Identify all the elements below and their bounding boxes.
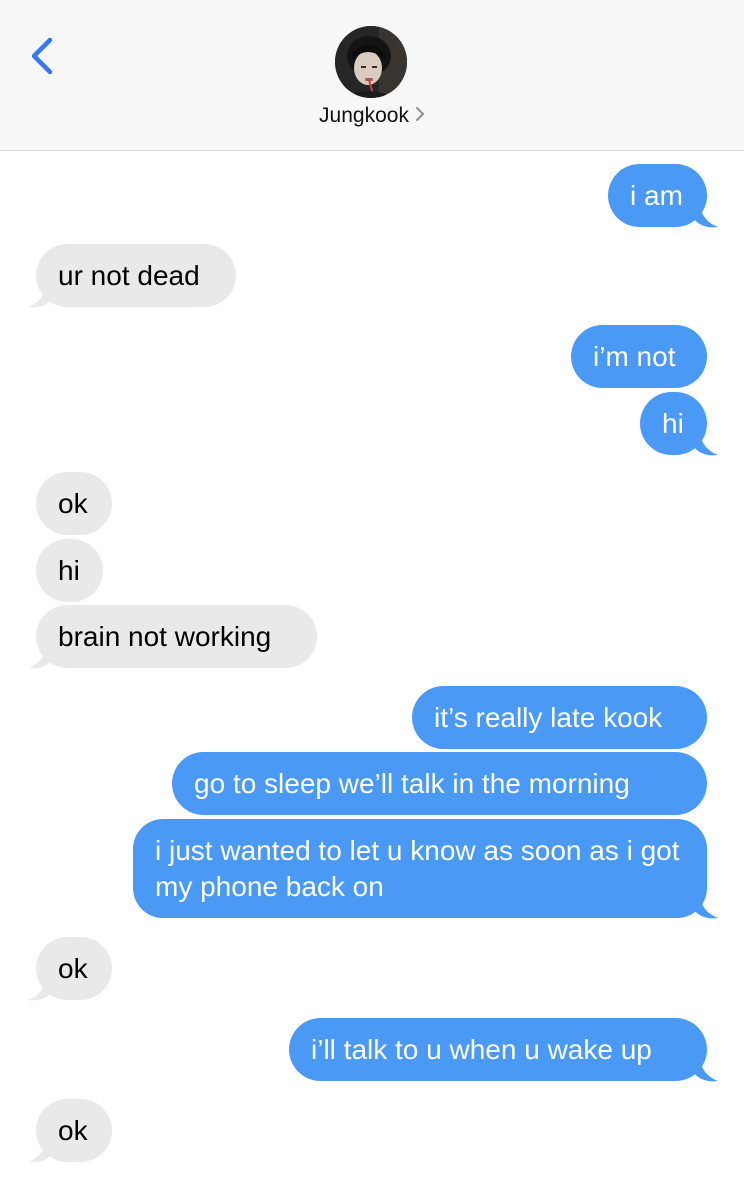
- message-text: ok: [58, 1115, 88, 1146]
- sent-message[interactable]: i just wanted to let u know as soon as i…: [133, 819, 707, 918]
- message-text: ur not dead: [58, 260, 200, 291]
- bubble-tail: [694, 433, 718, 456]
- sent-message[interactable]: go to sleep we’ll talk in the morning: [172, 752, 707, 815]
- chevron-right-icon: [415, 104, 425, 128]
- message-text: i just wanted to let u know as soon as i…: [155, 835, 680, 902]
- received-message[interactable]: ur not dead: [36, 244, 236, 307]
- message-text: ok: [58, 488, 88, 519]
- contact-name-button[interactable]: Jungkook: [0, 104, 744, 128]
- message-text: hi: [662, 408, 684, 439]
- sent-message[interactable]: i’ll talk to u when u wake up: [289, 1018, 707, 1081]
- sent-message[interactable]: i’m not: [571, 325, 707, 388]
- sent-message[interactable]: it’s really late kook: [412, 686, 707, 749]
- bubble-tail: [694, 1059, 718, 1082]
- message-text: i am: [630, 180, 683, 211]
- bubble-tail: [28, 285, 52, 308]
- bubble-tail: [694, 896, 718, 919]
- messages-screen: Jungkook i am ur not dead i’m not hi ok …: [0, 0, 744, 1200]
- message-text: ok: [58, 953, 88, 984]
- bubble-tail: [694, 205, 718, 228]
- sent-message[interactable]: i am: [608, 164, 707, 227]
- message-text: i’m not: [593, 341, 676, 372]
- message-thread[interactable]: i am ur not dead i’m not hi ok hi brain …: [0, 151, 744, 1200]
- avatar-photo: [335, 26, 407, 98]
- bubble-tail: [28, 646, 52, 669]
- message-text: hi: [58, 555, 80, 586]
- received-message[interactable]: ok: [36, 472, 112, 535]
- bubble-tail: [28, 1140, 52, 1163]
- chevron-left-icon: [31, 37, 53, 75]
- received-message[interactable]: brain not working: [36, 605, 317, 668]
- message-text: it’s really late kook: [434, 702, 663, 733]
- message-text: go to sleep we’ll talk in the morning: [194, 768, 630, 799]
- message-text: brain not working: [58, 621, 272, 652]
- contact-avatar[interactable]: [335, 26, 407, 98]
- conversation-header: Jungkook: [0, 0, 744, 151]
- received-message[interactable]: hi: [36, 539, 103, 602]
- bubble-tail: [28, 978, 52, 1001]
- back-button[interactable]: [24, 34, 64, 78]
- contact-name-label: Jungkook: [319, 104, 409, 127]
- message-text: i’ll talk to u when u wake up: [311, 1034, 652, 1065]
